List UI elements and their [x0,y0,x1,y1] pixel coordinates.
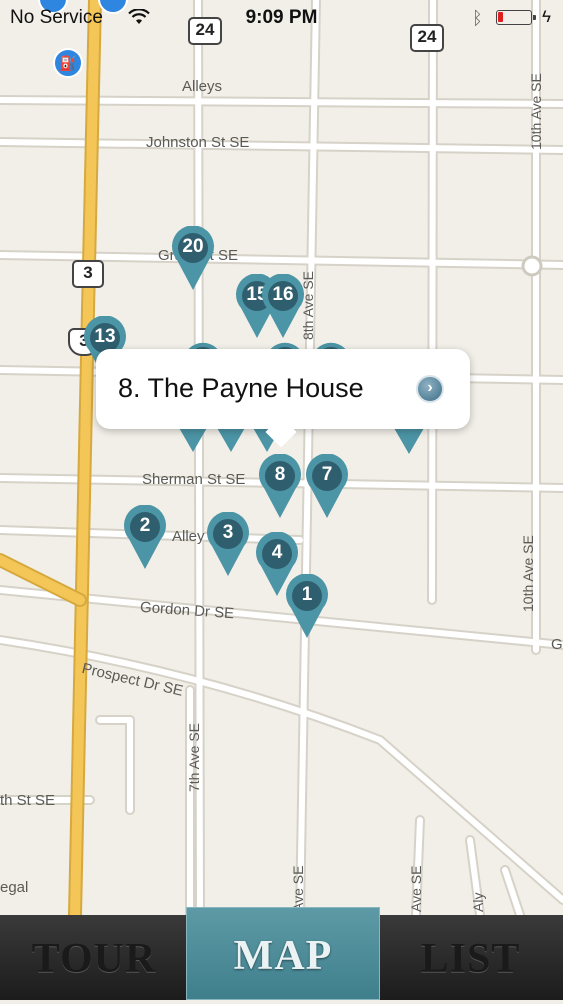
status-bar: No Service 9:09 PM ᛒ ϟ [0,0,563,36]
map-pin-2[interactable]: 2 [122,505,168,571]
tab-list[interactable]: LIST [378,915,563,1000]
street-label-g: G [551,636,563,653]
map-pin-7[interactable]: 7 [304,454,350,520]
map-legal-link[interactable]: egal [0,879,28,896]
street-label-ave-se-bottom2: Ave SE [408,865,424,912]
street-label-ave-se-bottom: Ave SE [290,865,306,912]
street-label-10th-ave-top: 10th Ave SE [528,73,544,150]
street-label-7th-ave: 7th Ave SE [186,722,202,792]
pin-callout[interactable]: 8. The Payne House › [96,349,470,448]
battery-icon [496,10,536,25]
gas-station-icon[interactable]: ⛽ [53,48,83,78]
map-pin-20[interactable]: 20 [170,226,216,292]
highway-shield-3-state: 3 [72,260,104,288]
callout-title: 8. The Payne House [118,373,364,403]
map-pin-3[interactable]: 3 [205,512,251,578]
street-label-alley: Alley [172,528,205,545]
street-label-10th-ave-bottom: 10th Ave SE [520,535,536,612]
map-pin-8[interactable]: 8 [257,454,303,520]
street-label-johnston: Johnston St SE [146,134,250,151]
street-label-sherman: Sherman St SE [142,471,246,488]
map-pin-16[interactable]: 16 [260,274,306,340]
map-view[interactable]: Alleys Johnston St SE Grant St SE Sherma… [0,0,563,915]
disclosure-arrow-icon[interactable]: › [416,375,444,403]
street-label-th-st: th St SE [0,792,56,809]
street-label-aly: Aly [470,892,486,912]
map-pin-1[interactable]: 1 [284,574,330,640]
street-label-alleys: Alleys [182,78,223,95]
tab-tour[interactable]: TOUR [0,915,188,1000]
charging-icon: ϟ [542,7,551,26]
tab-bar: TOUR MAP LIST [0,907,563,1000]
bluetooth-icon: ᛒ [472,8,483,28]
tab-map[interactable]: MAP [186,907,380,1000]
